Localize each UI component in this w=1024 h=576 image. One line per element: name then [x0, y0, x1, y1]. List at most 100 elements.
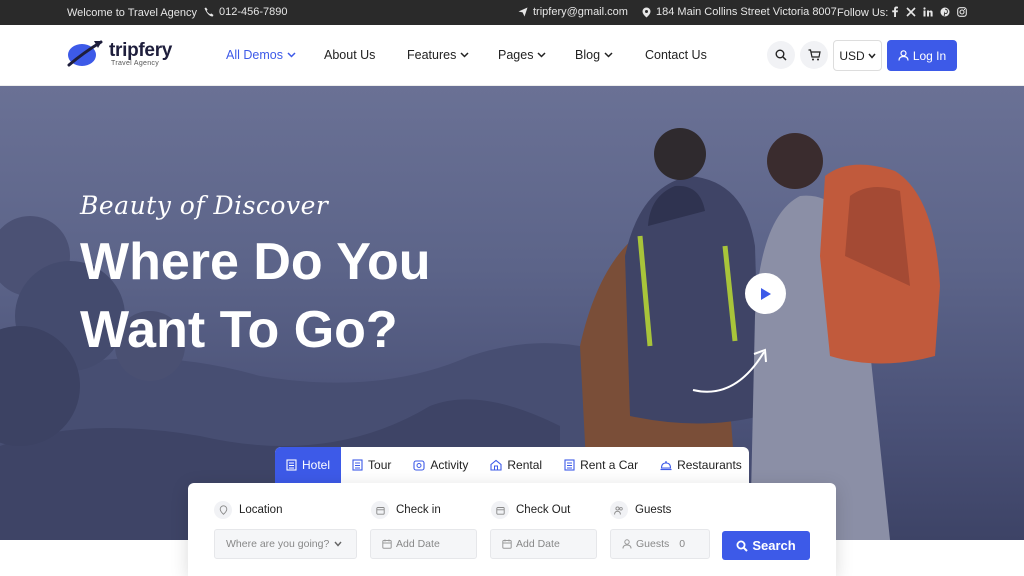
tab-label: Hotel: [302, 458, 331, 472]
checkin-label: Check in: [371, 501, 441, 519]
users-icon: [614, 505, 623, 515]
restaurant-cloche-icon: [660, 460, 672, 470]
field-label-text: Check in: [396, 504, 441, 516]
calendar-icon: [495, 506, 505, 515]
tab-label: Rent a Car: [580, 458, 639, 472]
guests-input[interactable]: Guests 0: [610, 529, 710, 559]
linkedin-icon[interactable]: [923, 6, 933, 17]
nav-about-us[interactable]: About Us: [324, 48, 375, 62]
main-header: tripfery Travel Agency All Demos About U…: [0, 25, 1024, 86]
tab-tour[interactable]: Tour: [341, 447, 402, 483]
field-label-text: Location: [239, 504, 283, 516]
send-icon: [518, 7, 528, 17]
calendar-icon: [375, 506, 385, 515]
hero-tagline: Beauty of Discover: [80, 191, 329, 220]
checkin-placeholder: Add Date: [396, 538, 440, 550]
hotel-icon: [286, 459, 297, 471]
chevron-down-icon: [537, 52, 546, 58]
map-pin-icon: [642, 7, 651, 17]
curved-arrow-icon: [692, 348, 767, 393]
checkout-label: Check Out: [491, 501, 570, 519]
nav-all-demos[interactable]: All Demos: [226, 48, 296, 62]
nav-label: Features: [407, 48, 457, 62]
tab-rental[interactable]: Rental: [479, 447, 553, 483]
instagram-icon[interactable]: [957, 6, 967, 17]
tour-icon: [352, 459, 363, 471]
email-address: tripfery@gmail.com: [533, 6, 628, 18]
cart-button[interactable]: [800, 41, 828, 69]
nav-contact-us[interactable]: Contact Us: [645, 48, 707, 62]
welcome-text: Welcome to Travel Agency: [67, 7, 198, 19]
tab-restaurants[interactable]: Restaurants: [649, 447, 753, 483]
search-button-label: Search: [752, 538, 796, 553]
field-label-text: Check Out: [516, 504, 571, 516]
search-icon: [775, 49, 787, 61]
location-select[interactable]: Where are you going?: [214, 529, 357, 559]
tab-label: Rental: [507, 458, 543, 472]
logo-subtitle: Travel Agency: [111, 59, 159, 67]
plane-logo-icon: [67, 40, 103, 67]
login-button[interactable]: Log In: [887, 40, 957, 71]
tab-label: Tour: [368, 458, 392, 472]
tab-rent-a-car[interactable]: Rent a Car: [553, 447, 649, 483]
checkin-date-input[interactable]: Add Date: [370, 529, 477, 559]
address-contact: 184 Main Collins Street Victoria 8007: [642, 6, 837, 18]
top-info-bar: Welcome to Travel Agency 012-456-7890 tr…: [0, 0, 1024, 25]
hero-headline: Where Do You Want To Go?: [80, 233, 431, 359]
follow-label: Follow Us:: [837, 7, 889, 19]
nav-label: About Us: [324, 48, 376, 62]
tab-hotel[interactable]: Hotel: [275, 447, 342, 483]
phone-number: 012-456-7890: [219, 6, 288, 18]
car-icon: [564, 459, 575, 471]
location-label: Location: [214, 501, 282, 519]
chevron-down-icon: [334, 541, 342, 547]
chevron-down-icon: [604, 52, 613, 58]
social-links: [891, 6, 967, 17]
nav-label: Contact Us: [645, 48, 707, 62]
calendar-icon: [502, 539, 512, 549]
cart-icon: [808, 49, 821, 61]
x-icon[interactable]: [906, 6, 916, 17]
tab-label: Activity: [430, 458, 469, 472]
pinterest-icon[interactable]: [940, 7, 950, 17]
nav-features[interactable]: Features: [407, 48, 469, 62]
nav-blog[interactable]: Blog: [575, 48, 613, 62]
search-icon: [736, 540, 749, 552]
email-contact[interactable]: tripfery@gmail.com: [518, 6, 628, 18]
rental-home-icon: [490, 459, 502, 471]
facebook-icon[interactable]: [891, 6, 899, 17]
search-category-tabs: Hotel Tour Activity Rental Rent a Car Re…: [275, 447, 749, 483]
checkout-date-input[interactable]: Add Date: [490, 529, 597, 559]
search-submit-button[interactable]: Search: [722, 531, 810, 560]
nav-label: All Demos: [226, 48, 283, 62]
currency-value: USD: [839, 48, 865, 63]
address-text: 184 Main Collins Street Victoria 8007: [656, 6, 837, 18]
location-placeholder: Where are you going?: [226, 538, 330, 550]
tab-activity[interactable]: Activity: [402, 447, 479, 483]
search-panel: Location Check in Check Out Guests Where…: [188, 483, 836, 576]
guests-label: Guests: [610, 501, 671, 519]
play-icon: [761, 287, 771, 300]
logo[interactable]: tripfery Travel Agency: [67, 39, 172, 69]
nav-pages[interactable]: Pages: [498, 48, 546, 62]
user-icon: [898, 50, 909, 61]
phone-icon: [204, 7, 214, 17]
currency-select[interactable]: USD: [833, 40, 882, 71]
guests-placeholder: Guests: [636, 538, 670, 550]
nav-label: Blog: [575, 48, 601, 62]
nav-label: Pages: [498, 48, 534, 62]
phone-contact[interactable]: 012-456-7890: [204, 6, 288, 18]
chevron-down-icon: [868, 53, 876, 59]
calendar-icon: [382, 539, 392, 549]
tab-label: Restaurants: [677, 458, 742, 472]
chevron-down-icon: [460, 52, 469, 58]
logo-name: tripfery: [109, 39, 173, 61]
chevron-down-icon: [287, 52, 296, 58]
user-icon: [622, 539, 632, 549]
map-pin-icon: [219, 505, 227, 515]
field-label-text: Guests: [635, 504, 672, 516]
play-video-button[interactable]: [745, 273, 786, 314]
search-button[interactable]: [767, 41, 795, 69]
guests-count: 0: [679, 538, 686, 550]
login-label: Log In: [912, 48, 947, 63]
